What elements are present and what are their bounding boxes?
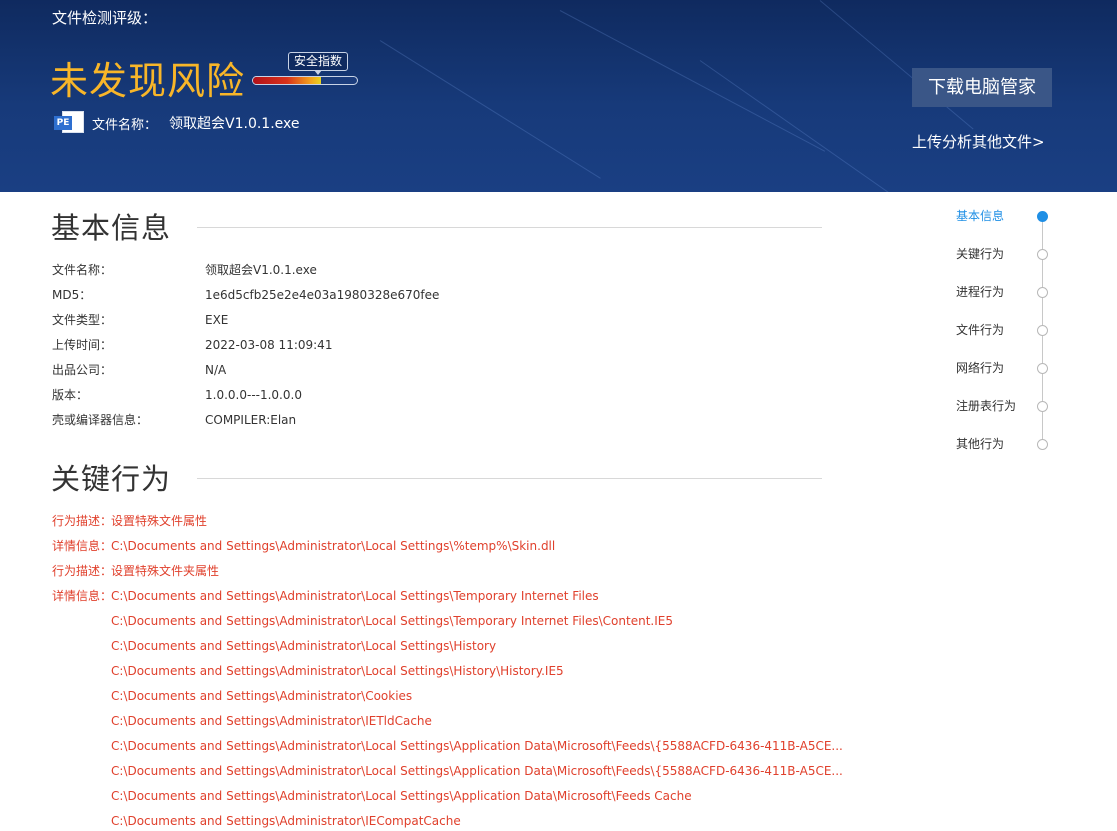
behavior-key: 行为描述： bbox=[52, 564, 113, 578]
nav-item-label: 其他行为 bbox=[956, 437, 1005, 451]
info-value: 1.0.0.0---1.0.0.0 bbox=[205, 388, 302, 402]
nav-dot-icon bbox=[1037, 249, 1048, 260]
info-key: 出品公司： bbox=[52, 363, 113, 377]
behavior-value: 设置特殊文件属性 bbox=[111, 514, 208, 528]
nav-dot-icon bbox=[1037, 211, 1048, 222]
nav-item-key-behavior[interactable]: 关键行为 bbox=[956, 244, 1056, 264]
behavior-key: 详情信息： bbox=[52, 539, 113, 553]
nav-dot-icon bbox=[1037, 439, 1048, 450]
safety-index-label: 安全指数 bbox=[288, 52, 349, 71]
info-key: 壳或编译器信息： bbox=[52, 413, 149, 427]
behavior-value: C:\Documents and Settings\Administrator\… bbox=[111, 539, 556, 553]
nav-item-label: 关键行为 bbox=[956, 247, 1005, 261]
pe-file-icon: PE bbox=[54, 111, 86, 135]
file-name-label: 文件名称： bbox=[92, 117, 158, 133]
nav-item-label: 进程行为 bbox=[956, 285, 1005, 299]
behavior-value: C:\Documents and Settings\Administrator\… bbox=[111, 689, 413, 703]
behavior-value: C:\Documents and Settings\Administrator\… bbox=[111, 789, 692, 803]
banner-decoration bbox=[379, 40, 601, 179]
behavior-value: C:\Documents and Settings\Administrator\… bbox=[111, 739, 843, 753]
nav-dot-icon bbox=[1037, 401, 1048, 412]
nav-item-process-behavior[interactable]: 进程行为 bbox=[956, 282, 1056, 302]
section-nav: 基本信息 关键行为 进程行为 文件行为 网络行为 注册表行为 其他行为 bbox=[940, 200, 1060, 460]
info-key: 文件名称： bbox=[52, 263, 113, 277]
behavior-value: C:\Documents and Settings\Administrator\… bbox=[111, 764, 843, 778]
upload-other-file-link[interactable]: 上传分析其他文件> bbox=[912, 132, 1045, 152]
banner-decoration bbox=[819, 0, 974, 130]
info-key: 版本： bbox=[52, 388, 89, 402]
info-key: MD5： bbox=[52, 288, 92, 302]
safety-index-fill bbox=[253, 77, 321, 84]
divider bbox=[197, 227, 822, 228]
report-banner: 文件检测评级： 未发现风险 安全指数 PE 文件名称： 领取超会V1.0.1.e… bbox=[0, 0, 1117, 192]
info-value: 1e6d5cfb25e2e4e03a1980328e670fee bbox=[205, 288, 440, 302]
basic-info-title: 基本信息 bbox=[51, 211, 172, 245]
tooltip-arrow-icon bbox=[314, 70, 322, 75]
nav-item-other-behavior[interactable]: 其他行为 bbox=[956, 434, 1056, 454]
info-key: 文件类型： bbox=[52, 313, 113, 327]
banner-decoration bbox=[699, 60, 897, 192]
rating-title: 文件检测评级： bbox=[52, 9, 158, 27]
behavior-value: C:\Documents and Settings\Administrator\… bbox=[111, 714, 432, 728]
nav-item-network-behavior[interactable]: 网络行为 bbox=[956, 358, 1056, 378]
nav-item-label: 网络行为 bbox=[956, 361, 1005, 375]
nav-item-registry-behavior[interactable]: 注册表行为 bbox=[956, 396, 1056, 416]
info-key: 上传时间： bbox=[52, 338, 113, 352]
nav-item-basic-info[interactable]: 基本信息 bbox=[956, 206, 1056, 226]
safety-index-bar bbox=[252, 76, 358, 85]
nav-item-label: 基本信息 bbox=[956, 209, 1005, 223]
file-summary: PE 文件名称： 领取超会V1.0.1.exe bbox=[54, 111, 300, 135]
behavior-value: C:\Documents and Settings\Administrator\… bbox=[111, 589, 599, 603]
behavior-value: C:\Documents and Settings\Administrator\… bbox=[111, 639, 497, 653]
file-name-value: 领取超会V1.0.1.exe bbox=[169, 116, 300, 132]
nav-dot-icon bbox=[1037, 363, 1048, 374]
info-value: 2022-03-08 11:09:41 bbox=[205, 338, 333, 352]
nav-item-label: 文件行为 bbox=[956, 323, 1005, 337]
behavior-key: 行为描述： bbox=[52, 514, 113, 528]
info-value: N/A bbox=[205, 363, 227, 377]
nav-dot-icon bbox=[1037, 287, 1048, 298]
info-value: COMPILER:Elan bbox=[205, 413, 297, 427]
behavior-value: C:\Documents and Settings\Administrator\… bbox=[111, 614, 673, 628]
nav-item-label: 注册表行为 bbox=[956, 399, 1017, 413]
behavior-key: 详情信息： bbox=[52, 589, 113, 603]
risk-level: 未发现风险 bbox=[50, 59, 246, 103]
nav-dot-icon bbox=[1037, 325, 1048, 336]
nav-item-file-behavior[interactable]: 文件行为 bbox=[956, 320, 1056, 340]
divider bbox=[197, 478, 822, 479]
behavior-value: 设置特殊文件夹属性 bbox=[111, 564, 220, 578]
behavior-value: C:\Documents and Settings\Administrator\… bbox=[111, 664, 564, 678]
download-button[interactable]: 下载电脑管家 bbox=[912, 68, 1052, 107]
safety-index: 安全指数 bbox=[252, 52, 360, 88]
info-value: EXE bbox=[205, 313, 229, 327]
key-behavior-title: 关键行为 bbox=[51, 462, 172, 496]
banner-decoration bbox=[559, 10, 826, 152]
behavior-value: C:\Documents and Settings\Administrator\… bbox=[111, 814, 461, 828]
info-value: 领取超会V1.0.1.exe bbox=[205, 263, 317, 277]
